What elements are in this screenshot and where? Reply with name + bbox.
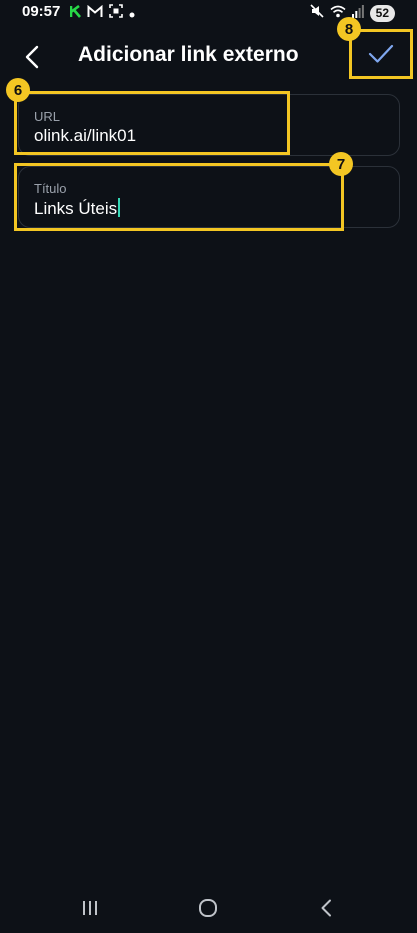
nav-back-button[interactable] [308,894,344,922]
navigation-bar [0,884,417,933]
nav-home-button[interactable] [190,894,226,922]
checkmark-icon [368,44,394,63]
nav-recents-button[interactable] [72,894,108,922]
annotation-badge-6: 6 [6,78,30,102]
url-field-label: URL [34,109,61,124]
battery-indicator: 52 [369,5,395,22]
screenshot-icon [109,4,123,23]
title-field-label: Título [34,181,67,196]
home-icon [199,899,217,917]
app-k-icon [69,4,81,23]
title-input[interactable]: Links Úteis [34,198,374,219]
url-input[interactable]: olink.ai/link01 [34,126,374,146]
annotation-badge-7: 7 [329,152,353,176]
recents-icon [83,901,97,915]
url-field[interactable]: URL olink.ai/link01 [18,94,400,156]
gmail-icon [87,4,103,23]
text-cursor [118,198,121,217]
back-icon [321,899,331,917]
screen: 09:57 52 Adicionar link externo URL olin… [0,0,417,933]
page-title: Adicionar link externo [78,43,299,66]
confirm-button[interactable] [349,29,413,79]
chevron-left-icon [25,45,39,69]
dot-icon [129,5,135,23]
annotation-badge-8: 8 [337,17,361,41]
status-time: 09:57 [22,3,61,20]
back-button[interactable] [14,38,50,76]
title-input-text: Links Úteis [34,199,118,218]
mute-icon [310,4,324,23]
status-left-icons [69,4,135,23]
